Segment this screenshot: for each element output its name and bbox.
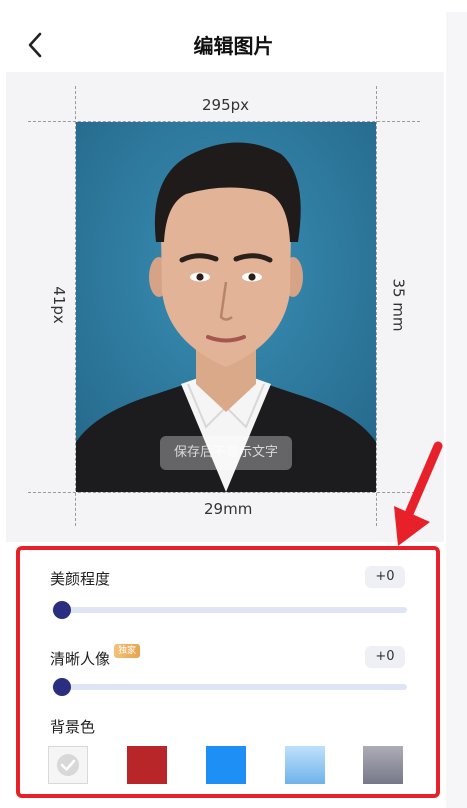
bottom-guide-line <box>28 492 420 493</box>
width-px-label: 295px <box>202 96 250 114</box>
swatch-gray-gradient[interactable] <box>363 746 403 784</box>
beauty-slider-track[interactable] <box>52 607 407 613</box>
beauty-label: 美颜程度 <box>50 570 111 588</box>
annotation-arrow <box>394 441 443 546</box>
exclusive-tag: 独家 <box>114 644 141 658</box>
clarity-value-badge: +0 <box>365 646 405 668</box>
adjustment-panel: 美颜程度 +0 清晰人像 独家 +0 背景色 <box>16 546 440 798</box>
height-mm-label: 35 mm <box>389 278 408 332</box>
scroll-edge <box>446 12 467 808</box>
clarity-slider-thumb[interactable] <box>53 678 71 696</box>
clarity-label: 清晰人像 <box>50 650 111 668</box>
clarity-slider-track[interactable] <box>52 684 407 690</box>
id-photo[interactable]: 保存后不显示文字 <box>76 122 376 492</box>
header-bar: 编辑图片 <box>0 0 467 72</box>
right-guide-line <box>376 86 377 526</box>
beauty-value-badge: +0 <box>365 566 405 588</box>
page-title: 编辑图片 <box>193 34 274 58</box>
background-color-label: 背景色 <box>50 718 96 736</box>
width-mm-label: 29mm <box>204 500 253 518</box>
swatch-none[interactable] <box>48 746 88 784</box>
swatch-blue[interactable] <box>206 746 246 784</box>
beauty-slider-thumb[interactable] <box>53 601 71 619</box>
swatch-light-blue-gradient[interactable] <box>285 746 325 784</box>
swatch-red[interactable] <box>127 746 167 784</box>
check-circle-icon <box>57 754 79 776</box>
height-px-label: 41px <box>49 286 68 324</box>
preview-watermark: 保存后不显示文字 <box>160 436 292 470</box>
